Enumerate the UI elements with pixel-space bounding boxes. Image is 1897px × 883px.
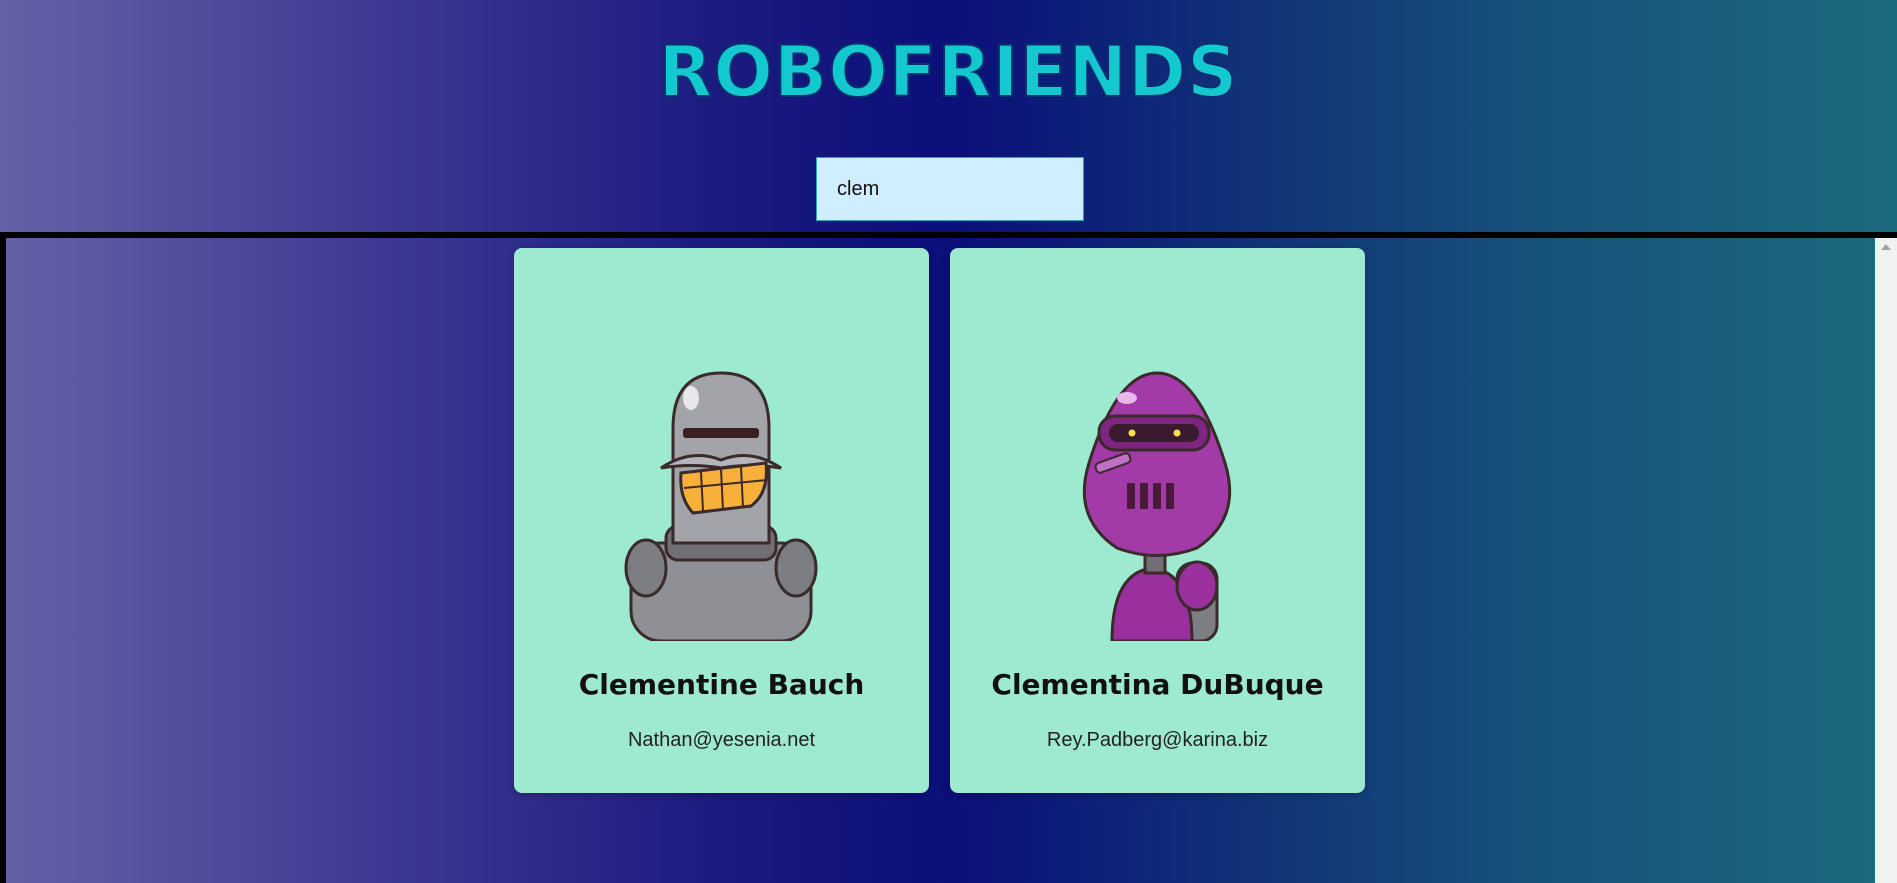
robot-email: Nathan@yesenia.net — [627, 729, 816, 751]
card-list-scroll-area[interactable] — [0, 238, 1897, 883]
app-title: ROBOFRIENDS — [658, 31, 1239, 113]
robot-card[interactable]: Clementine Bauch Nathan@yesenia.net — [514, 248, 929, 793]
purple-robot-icon — [1082, 371, 1232, 641]
gray-robot-icon — [624, 371, 818, 641]
scroll-up-arrow-icon[interactable] — [1881, 244, 1891, 250]
robot-email: Rey.Padberg@karina.biz — [1046, 729, 1269, 751]
robot-name: Clementina DuBuque — [991, 668, 1324, 701]
title-container: ROBOFRIENDS — [0, 31, 1897, 113]
robot-name: Clementine Bauch — [578, 668, 865, 701]
robot-card[interactable]: Clementina DuBuque Rey.Padberg@karina.bi… — [950, 248, 1365, 793]
app-header: ROBOFRIENDS — [0, 0, 1897, 232]
vertical-scrollbar[interactable] — [1875, 238, 1897, 883]
search-input[interactable] — [816, 157, 1084, 221]
